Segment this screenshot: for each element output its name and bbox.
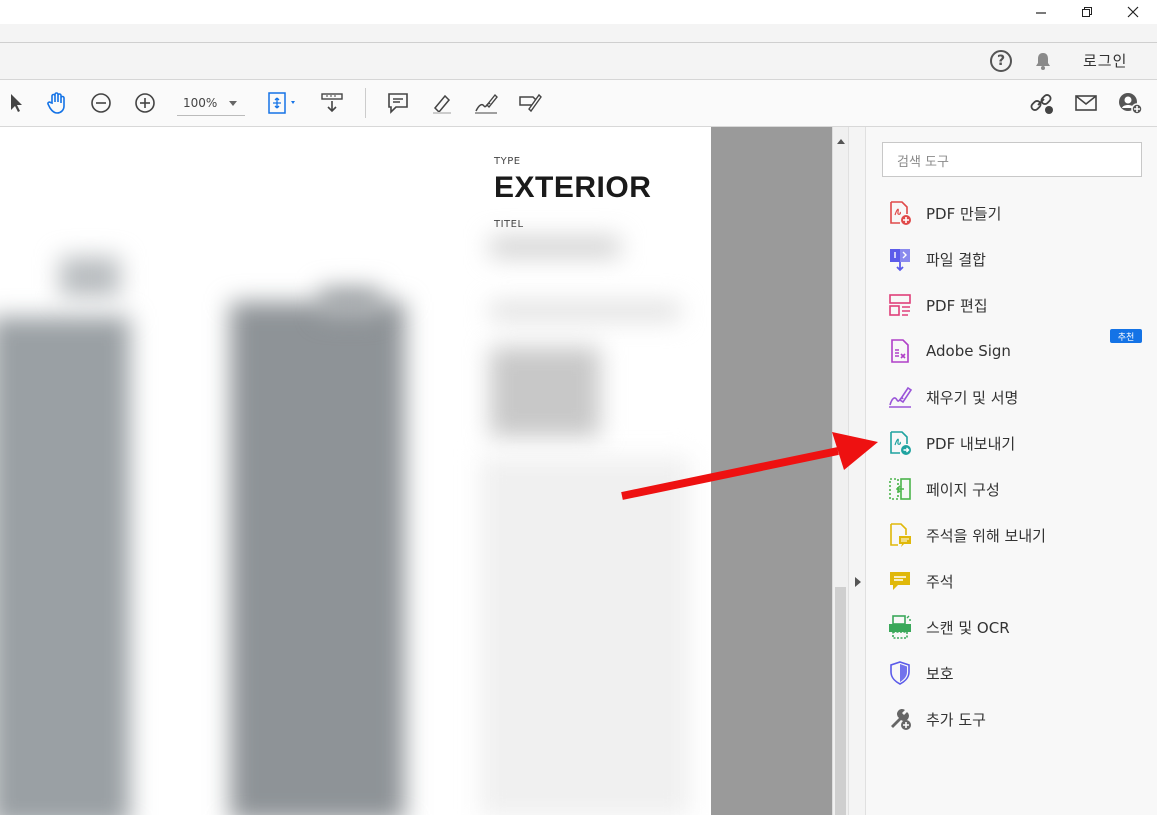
blurred-text-block-1	[490, 237, 620, 257]
more-tools-icon	[886, 705, 914, 733]
fill-form-icon[interactable]	[516, 89, 544, 117]
tool-label: 주석	[926, 572, 954, 591]
tool-create-pdf[interactable]: PDF 만들기	[886, 196, 1148, 230]
adobe-sign-icon	[886, 337, 914, 365]
notification-bell-icon[interactable]	[1033, 51, 1053, 71]
tool-label: 스캔 및 OCR	[926, 618, 1010, 637]
scroll-mode-icon[interactable]	[318, 89, 346, 117]
doc-heading: EXTERIOR	[494, 171, 652, 204]
menu-bar	[0, 24, 1157, 43]
help-icon[interactable]: ?	[990, 50, 1012, 72]
select-tool-icon[interactable]	[0, 89, 28, 117]
page-fit-icon[interactable]	[264, 89, 300, 117]
tool-label: PDF 내보내기	[926, 434, 1016, 453]
tool-label: 페이지 구성	[926, 480, 1000, 499]
close-icon[interactable]	[1110, 0, 1156, 24]
account-bar	[0, 43, 1157, 80]
send-for-comments-icon	[886, 521, 914, 549]
tool-label: 채우기 및 서명	[926, 388, 1019, 407]
tool-label: 보호	[926, 664, 954, 683]
share-link-icon[interactable]	[1028, 89, 1056, 117]
tool-more-tools[interactable]: 추가 도구	[886, 702, 1148, 736]
sign-icon[interactable]	[472, 89, 500, 117]
minimize-icon[interactable]	[1018, 0, 1064, 24]
create-pdf-icon	[886, 199, 914, 227]
combine-files-icon	[886, 245, 914, 273]
zoom-in-icon[interactable]	[131, 89, 159, 117]
recommended-badge: 추천	[1110, 329, 1142, 343]
chevron-right-icon[interactable]	[855, 577, 861, 587]
chevron-down-icon	[229, 101, 237, 106]
fill-sign-icon	[886, 383, 914, 411]
annotation-arrow-icon	[621, 432, 878, 500]
tool-export-pdf[interactable]: PDF 내보내기	[886, 426, 1148, 460]
login-link[interactable]: 로그인	[1083, 50, 1127, 71]
tool-scan-ocr[interactable]: 스캔 및 OCR	[886, 610, 1148, 644]
blurred-image-right-top	[320, 287, 380, 317]
protect-icon	[886, 659, 914, 687]
blurred-image-left	[0, 317, 130, 815]
tool-label: 파일 결합	[926, 250, 986, 269]
blurred-image-left-top	[60, 257, 120, 297]
tool-adobe-sign[interactable]: Adobe Sign	[886, 334, 1148, 368]
email-icon[interactable]	[1072, 89, 1100, 117]
zoom-level-dropdown[interactable]: 100%	[177, 93, 245, 116]
highlight-icon[interactable]	[428, 89, 456, 117]
tool-search-input[interactable]: 검색 도구	[882, 142, 1142, 177]
tool-label: PDF 만들기	[926, 204, 1002, 223]
tool-edit-pdf[interactable]: PDF 편집	[886, 288, 1148, 322]
doc-type-label: TYPE	[494, 156, 521, 167]
tool-label: 주석을 위해 보내기	[926, 526, 1046, 545]
tool-combine-files[interactable]: 파일 결합	[886, 242, 1148, 276]
scroll-up-icon[interactable]	[837, 139, 845, 144]
tool-organize-pages[interactable]: 페이지 구성	[886, 472, 1148, 506]
add-user-icon[interactable]	[1116, 89, 1144, 117]
comment-icon	[886, 567, 914, 595]
tool-protect[interactable]: 보호	[886, 656, 1148, 690]
toolbar	[0, 80, 1157, 127]
blurred-text-block-2	[490, 302, 680, 320]
restore-icon[interactable]	[1064, 0, 1110, 24]
hand-tool-icon[interactable]	[43, 89, 71, 117]
tool-label: PDF 편집	[926, 296, 988, 315]
tool-comment[interactable]: 주석	[886, 564, 1148, 598]
tool-send-for-comments[interactable]: 주석을 위해 보내기	[886, 518, 1148, 552]
scrollbar-thumb[interactable]	[835, 587, 846, 815]
title-bar	[0, 0, 1157, 24]
tool-fill-sign[interactable]: 채우기 및 서명	[886, 380, 1148, 414]
tool-label: 추가 도구	[926, 710, 986, 729]
blurred-image-right	[230, 302, 405, 815]
toolbar-separator	[365, 88, 366, 118]
blurred-text-block-3	[490, 347, 600, 437]
zoom-out-icon[interactable]	[87, 89, 115, 117]
scan-ocr-icon	[886, 613, 914, 641]
tool-label: Adobe Sign	[926, 342, 1011, 360]
comment-icon[interactable]	[384, 89, 412, 117]
doc-titel-label: TITEL	[494, 219, 524, 230]
edit-pdf-icon	[886, 291, 914, 319]
zoom-value: 100%	[183, 96, 218, 110]
